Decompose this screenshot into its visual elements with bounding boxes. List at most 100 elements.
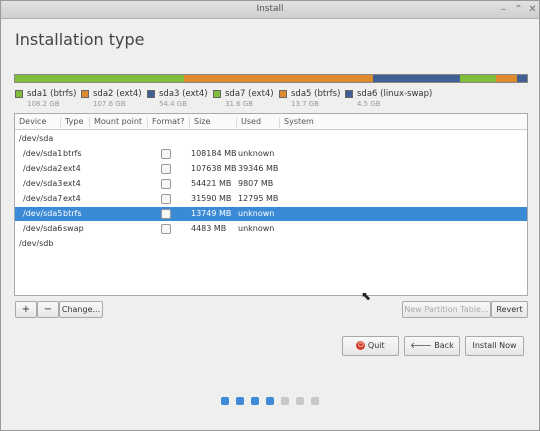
legend-swatch	[345, 90, 353, 98]
used-cell: unknown	[238, 149, 275, 158]
device-cell: /dev/sda1	[23, 149, 63, 158]
used-cell: unknown	[238, 224, 275, 233]
legend-swatch	[81, 90, 89, 98]
installer-window: Install – ⌃ ✕ Installation type sda1 (bt…	[0, 0, 540, 431]
back-button[interactable]: 🡐 Back	[404, 336, 460, 356]
disk-row[interactable]: /dev/sda	[15, 132, 527, 146]
legend-swatch	[279, 90, 287, 98]
used-cell: 39346 MB	[238, 164, 279, 173]
quit-button[interactable]: ⏻ Quit	[342, 336, 399, 356]
partition-legend: sda1 (btrfs) 108.2 GB sda2 (ext4) 107.6 …	[15, 89, 529, 111]
legend-size: 107.6 GB	[93, 100, 126, 108]
step-dot-complete	[251, 397, 259, 405]
page-title: Installation type	[15, 30, 145, 49]
column-header-size[interactable]: Size	[190, 117, 237, 128]
type-cell: ext4	[63, 179, 81, 188]
legend-size: 13.7 GB	[291, 100, 320, 108]
step-progress	[221, 397, 321, 407]
device-cell: /dev/sdb	[19, 239, 54, 248]
legend-swatch	[147, 90, 155, 98]
format-checkbox[interactable]	[161, 194, 171, 204]
step-dot-pending	[311, 397, 319, 405]
used-cell: 9807 MB	[238, 179, 274, 188]
used-cell: 12795 MB	[238, 194, 279, 203]
legend-name: sda5 (btrfs)	[291, 89, 341, 99]
device-cell: /dev/sda7	[23, 194, 63, 203]
partition-segment-sda7	[460, 75, 497, 82]
size-cell: 13749 MB	[191, 209, 232, 218]
legend-size: 54.4 GB	[159, 100, 188, 108]
partition-bar	[14, 74, 528, 83]
format-checkbox[interactable]	[161, 224, 171, 234]
partition-segment-sda1	[15, 75, 184, 82]
format-checkbox[interactable]	[161, 164, 171, 174]
legend-size: 31.6 GB	[225, 100, 254, 108]
type-cell: ext4	[63, 164, 81, 173]
new-partition-table-button[interactable]: New Partition Table...	[402, 301, 491, 318]
device-cell: /dev/sda5	[23, 209, 63, 218]
table-header: Device Type Mount point Format? Size Use…	[15, 114, 527, 130]
table-row[interactable]: /dev/sda7 ext4 31590 MB 12795 MB	[15, 192, 527, 206]
legend-name: sda2 (ext4)	[93, 89, 142, 99]
size-cell: 31590 MB	[191, 194, 232, 203]
quit-label: Quit	[367, 341, 385, 350]
partition-table[interactable]: Device Type Mount point Format? Size Use…	[14, 113, 528, 296]
table-row[interactable]: /dev/sda1 btrfs 108184 MB unknown	[15, 147, 527, 161]
column-header-device[interactable]: Device	[15, 117, 61, 128]
power-icon: ⏻	[356, 341, 366, 350]
partition-segment-sda6	[516, 75, 527, 82]
device-cell: /dev/sda	[19, 134, 54, 143]
device-cell: /dev/sda3	[23, 179, 63, 188]
close-icon[interactable]: ✕	[526, 3, 539, 16]
column-header-type[interactable]: Type	[61, 117, 90, 128]
remove-partition-button[interactable]: −	[37, 301, 59, 318]
table-row[interactable]: /dev/sda6 swap 4483 MB unknown	[15, 222, 527, 236]
table-row[interactable]: /dev/sda2 ext4 107638 MB 39346 MB	[15, 162, 527, 176]
change-partition-button[interactable]: Change...	[59, 301, 103, 318]
size-cell: 4483 MB	[191, 224, 227, 233]
legend-swatch	[15, 90, 23, 98]
column-header-used[interactable]: Used	[237, 117, 280, 128]
legend-name: sda3 (ext4)	[159, 89, 208, 99]
legend-name: sda6 (linux-swap)	[357, 89, 433, 99]
maximize-icon[interactable]: ⌃	[512, 3, 525, 16]
add-partition-button[interactable]: +	[15, 301, 37, 318]
size-cell: 108184 MB	[191, 149, 237, 158]
back-label: Back	[434, 341, 454, 350]
partition-segment-sda2	[183, 75, 374, 82]
title-bar: Install – ⌃ ✕	[1, 1, 539, 19]
back-arrow-icon: 🡐	[410, 341, 432, 350]
size-cell: 54421 MB	[191, 179, 232, 188]
format-checkbox[interactable]	[161, 179, 171, 189]
column-header-mount-point[interactable]: Mount point	[90, 117, 148, 128]
size-cell: 107638 MB	[191, 164, 237, 173]
type-cell: btrfs	[63, 209, 82, 218]
device-cell: /dev/sda6	[23, 224, 63, 233]
legend-name: sda7 (ext4)	[225, 89, 274, 99]
table-row-selected[interactable]: /dev/sda5 btrfs 13749 MB unknown	[15, 207, 527, 221]
minimize-icon[interactable]: –	[497, 3, 510, 16]
legend-name: sda1 (btrfs)	[27, 89, 77, 99]
used-cell: unknown	[238, 209, 275, 218]
legend-swatch	[213, 90, 221, 98]
device-cell: /dev/sda2	[23, 164, 63, 173]
type-cell: swap	[63, 224, 84, 233]
type-cell: btrfs	[63, 149, 82, 158]
legend-size: 108.2 GB	[27, 100, 60, 108]
column-header-format[interactable]: Format?	[148, 117, 190, 128]
table-row[interactable]: /dev/sda3 ext4 54421 MB 9807 MB	[15, 177, 527, 191]
legend-size: 4.5 GB	[357, 100, 381, 108]
install-now-button[interactable]: Install Now	[465, 336, 524, 356]
column-header-system[interactable]: System	[280, 117, 380, 128]
step-dot-pending	[296, 397, 304, 405]
type-cell: ext4	[63, 194, 81, 203]
partition-segment-sda3	[373, 75, 461, 82]
step-dot-pending	[281, 397, 289, 405]
revert-button[interactable]: Revert	[491, 301, 528, 318]
format-checkbox[interactable]	[161, 149, 171, 159]
partition-segment-sda5	[496, 75, 517, 82]
disk-row[interactable]: /dev/sdb	[15, 237, 527, 251]
step-dot-complete	[221, 397, 229, 405]
format-checkbox[interactable]	[161, 209, 171, 219]
step-dot-complete	[266, 397, 274, 405]
